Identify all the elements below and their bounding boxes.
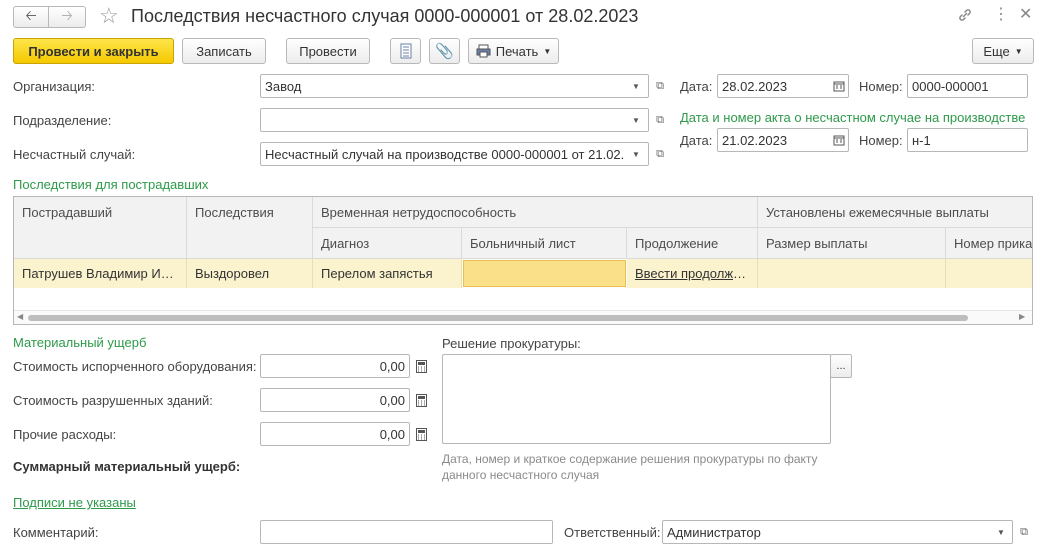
close-icon[interactable]: ✕ (1019, 6, 1032, 24)
caret-down-icon: ▼ (1014, 46, 1023, 56)
more-vertical-icon[interactable]: ⋮ (993, 6, 1009, 24)
organization-label: Организация: (13, 79, 96, 94)
cell-consequences[interactable]: Выздоровел (187, 259, 313, 288)
more-button[interactable]: Еще ▼ (972, 38, 1034, 64)
continuation-link[interactable]: Ввести продолжение (627, 259, 758, 288)
caret-down-icon: ▼ (543, 46, 552, 56)
equipment-cost-label: Стоимость испорченного оборудования: (13, 359, 257, 374)
victims-section-title: Последствия для пострадавших (13, 177, 209, 192)
other-expenses-label: Прочие расходы: (13, 427, 117, 442)
date-label: Дата: (680, 79, 713, 94)
column-header-order-number[interactable]: Номер приказа (946, 228, 1032, 259)
responsible-field[interactable]: Администратор (662, 520, 1013, 544)
organization-field[interactable]: Завод (260, 74, 649, 98)
cell-sick-leave[interactable] (463, 260, 626, 287)
act-number-label: Номер: (859, 133, 903, 148)
victims-table[interactable]: Пострадавший Последствия Временная нетру… (13, 196, 1033, 325)
back-button[interactable]: 🡠 (13, 6, 49, 28)
cell-order-number[interactable] (946, 259, 1032, 288)
accident-label: Несчастный случай: (13, 147, 136, 162)
calculator-icon[interactable] (411, 354, 431, 378)
cell-payment-amount[interactable] (758, 259, 946, 288)
number-field[interactable]: 0000-000001 (907, 74, 1028, 98)
accident-open-icon[interactable]: ⧉ (650, 142, 670, 166)
favorite-star-icon[interactable]: ☆ (99, 4, 119, 28)
act-date-label: Дата: (680, 133, 713, 148)
organization-dropdown-icon[interactable]: ▼ (626, 75, 646, 97)
calculator-icon[interactable] (411, 388, 431, 412)
column-header-temp-disability[interactable]: Временная нетрудоспособность (313, 197, 758, 228)
prosecutor-edit-button[interactable]: ... (830, 354, 852, 378)
arrow-right-icon: 🡢 (61, 7, 73, 23)
prosecutor-textarea[interactable] (442, 354, 831, 444)
post-button[interactable]: Провести (286, 38, 370, 64)
damage-section-title: Материальный ущерб (13, 335, 147, 350)
column-header-continuation[interactable]: Продолжение (627, 228, 758, 259)
act-number-field[interactable]: н-1 (907, 128, 1028, 152)
accident-field[interactable]: Несчастный случай на производстве 0000-0… (260, 142, 649, 166)
horizontal-scrollbar[interactable]: ◀ ▶ (14, 310, 1032, 324)
accident-dropdown-icon[interactable]: ▼ (626, 143, 646, 165)
save-button[interactable]: Записать (182, 38, 266, 64)
prosecutor-hint: Дата, номер и краткое содержание решения… (442, 452, 818, 482)
column-header-consequences[interactable]: Последствия (187, 197, 313, 259)
number-label: Номер: (859, 79, 903, 94)
department-open-icon[interactable]: ⧉ (650, 108, 670, 132)
printer-icon (476, 44, 491, 58)
calculator-icon[interactable] (411, 422, 431, 446)
responsible-open-icon[interactable]: ⧉ (1014, 520, 1034, 544)
responsible-dropdown-icon[interactable]: ▼ (991, 521, 1011, 543)
cell-victim[interactable]: Патрушев Владимир Ильич (14, 259, 187, 288)
column-header-diagnosis[interactable]: Диагноз (313, 228, 462, 259)
scroll-right-icon[interactable]: ▶ (1019, 312, 1025, 321)
department-dropdown-icon[interactable]: ▼ (626, 109, 646, 131)
document-list-button[interactable] (390, 38, 421, 64)
scrollbar-thumb[interactable] (28, 315, 968, 321)
act-section-title: Дата и номер акта о несчастном случае на… (680, 110, 1026, 125)
comment-field[interactable] (260, 520, 553, 544)
print-button[interactable]: Печать ▼ (468, 38, 559, 64)
comment-label: Комментарий: (13, 525, 99, 540)
column-header-payment-amount[interactable]: Размер выплаты (758, 228, 946, 259)
buildings-cost-field[interactable]: 0,00 (260, 388, 410, 412)
column-header-sick-leave[interactable]: Больничный лист (462, 228, 627, 259)
arrow-left-icon: 🡠 (25, 7, 37, 23)
act-calendar-icon[interactable] (829, 128, 849, 152)
department-field[interactable] (260, 108, 649, 132)
organization-open-icon[interactable]: ⧉ (650, 74, 670, 98)
total-damage-label: Суммарный материальный ущерб: (13, 459, 241, 474)
link-icon[interactable] (957, 7, 973, 23)
paperclip-icon: 📎 (435, 43, 454, 60)
attach-button[interactable]: 📎 (429, 38, 460, 64)
responsible-label: Ответственный: (564, 525, 661, 540)
buildings-cost-label: Стоимость разрушенных зданий: (13, 393, 213, 408)
equipment-cost-field[interactable]: 0,00 (260, 354, 410, 378)
column-header-monthly-payments[interactable]: Установлены ежемесячные выплаты (758, 197, 1032, 228)
calendar-icon[interactable] (829, 74, 849, 98)
document-icon (400, 43, 411, 59)
ellipsis-icon: ... (836, 360, 846, 372)
window-title: Последствия несчастного случая 0000-0000… (131, 6, 639, 26)
cell-diagnosis[interactable]: Перелом запястья (313, 259, 462, 288)
other-expenses-field[interactable]: 0,00 (260, 422, 410, 446)
post-and-close-button[interactable]: Провести и закрыть (13, 38, 174, 64)
scroll-left-icon[interactable]: ◀ (17, 312, 23, 321)
signatures-link[interactable]: Подписи не указаны (13, 495, 136, 510)
prosecutor-label: Решение прокуратуры: (442, 336, 581, 351)
forward-button[interactable]: 🡢 (49, 6, 86, 28)
column-header-victim[interactable]: Пострадавший (14, 197, 187, 259)
department-label: Подразделение: (13, 113, 112, 128)
